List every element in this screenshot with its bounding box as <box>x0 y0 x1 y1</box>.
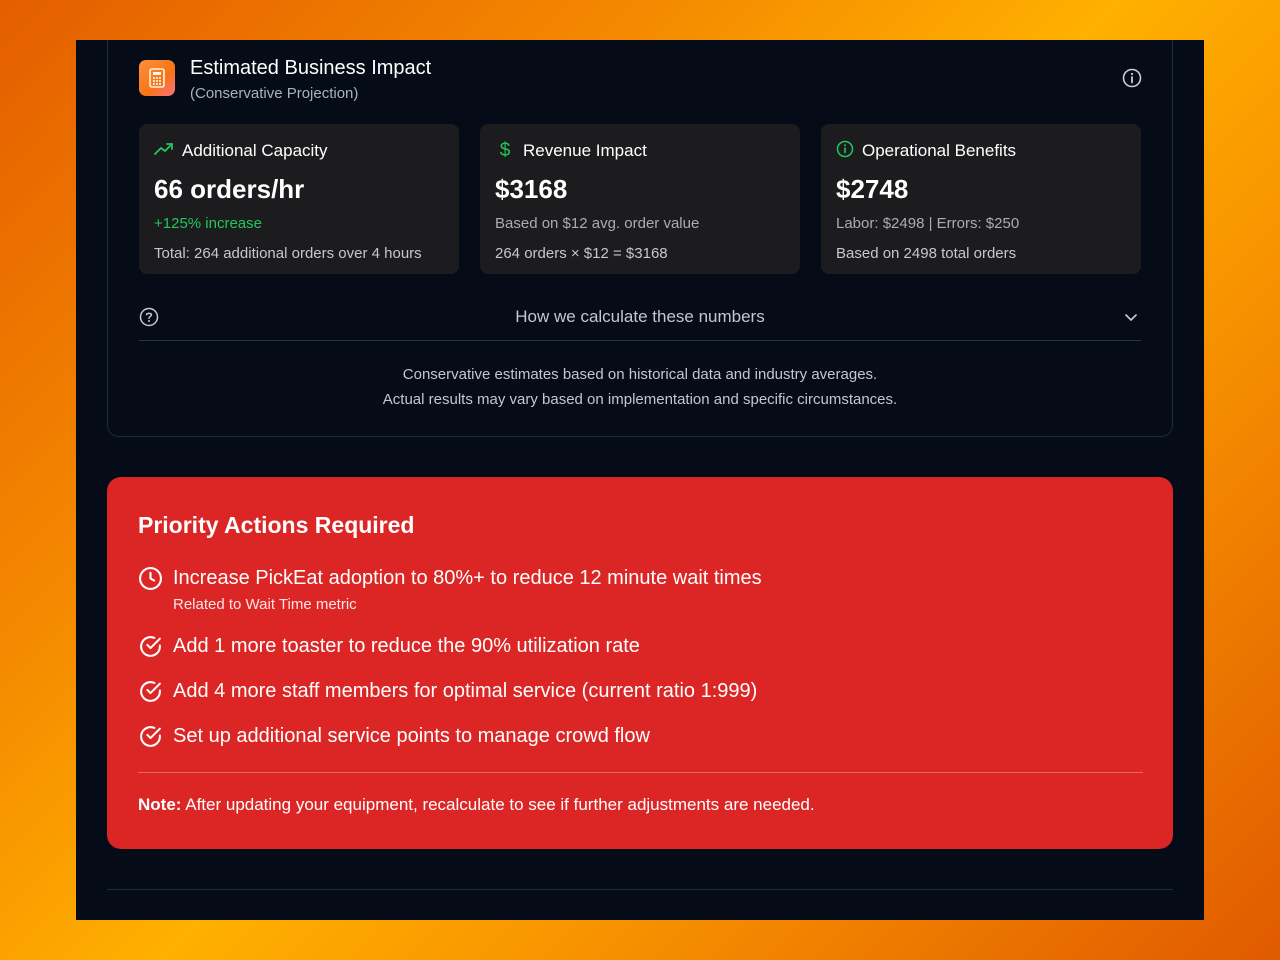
calculation-label: How we calculate these numbers <box>515 307 765 326</box>
info-icon[interactable] <box>1122 68 1142 88</box>
metric-basis: Based on $12 avg. order value <box>495 215 700 232</box>
note-text: After updating your equipment, recalcula… <box>181 795 815 814</box>
chevron-down-icon <box>1123 309 1139 330</box>
priority-item: Set up additional service points to mana… <box>138 724 650 754</box>
priority-item-text: Increase PickEat adoption to 80%+ to red… <box>173 567 762 589</box>
priority-item: Add 1 more toaster to reduce the 90% uti… <box>138 634 640 664</box>
metric-breakdown: Labor: $2498 | Errors: $250 <box>836 215 1020 232</box>
section-title: Estimated Business Impact <box>190 57 432 79</box>
check-circle-icon <box>138 634 163 664</box>
priority-item-sub: Related to Wait Time metric <box>173 596 357 613</box>
section-subtitle: (Conservative Projection) <box>190 85 359 102</box>
disclaimer-line: Actual results may vary based on impleme… <box>382 391 898 408</box>
metric-value: 66 orders/hr <box>154 174 305 204</box>
note-label: Note: <box>138 795 182 814</box>
disclaimer: Conservative estimates based on historic… <box>108 362 1172 412</box>
metric-detail: Based on 2498 total orders <box>836 245 1017 262</box>
divider <box>138 772 1143 773</box>
metric-title: Additional Capacity <box>182 141 328 160</box>
priority-item: Increase PickEat adoption to 80%+ to red… <box>138 566 762 613</box>
metric-card-operational: Operational Benefits $2748 Labor: $2498 … <box>821 124 1141 274</box>
priority-note: Note: After updating your equipment, rec… <box>138 795 815 815</box>
priority-item-text: Set up additional service points to mana… <box>173 725 650 747</box>
priority-actions-panel: Priority Actions Required Increase PickE… <box>107 477 1173 849</box>
priority-item-text: Add 1 more toaster to reduce the 90% uti… <box>173 635 640 657</box>
business-impact-card: Estimated Business Impact (Conservative … <box>107 40 1173 437</box>
info-circle-icon <box>836 140 854 163</box>
divider <box>107 889 1173 890</box>
metric-title: Operational Benefits <box>862 141 1017 160</box>
metric-title: Revenue Impact <box>523 141 647 160</box>
clock-icon <box>138 566 163 596</box>
trending-up-icon <box>154 141 174 161</box>
metric-card-revenue: $ Revenue Impact $3168 Based on $12 avg.… <box>480 124 800 274</box>
check-circle-icon <box>138 679 163 709</box>
priority-item-text: Add 4 more staff members for optimal ser… <box>173 680 758 702</box>
metric-value: $3168 <box>495 174 568 204</box>
calculation-accordion-toggle[interactable]: How we calculate these numbers <box>139 303 1141 341</box>
metric-detail: Total: 264 additional orders over 4 hour… <box>154 245 422 262</box>
metric-detail: 264 orders × $12 = $3168 <box>495 245 668 262</box>
priority-item: Add 4 more staff members for optimal ser… <box>138 679 757 709</box>
disclaimer-line: Conservative estimates based on historic… <box>402 366 878 383</box>
priority-title: Priority Actions Required <box>138 512 415 538</box>
metric-card-capacity: Additional Capacity 66 orders/hr +125% i… <box>139 124 459 274</box>
check-circle-icon <box>138 724 163 754</box>
calculator-icon <box>139 60 175 96</box>
metric-change: +125% increase <box>154 215 262 232</box>
app-frame: Estimated Business Impact (Conservative … <box>76 40 1204 920</box>
metric-value: $2748 <box>836 174 909 204</box>
dollar-icon: $ <box>499 140 511 161</box>
